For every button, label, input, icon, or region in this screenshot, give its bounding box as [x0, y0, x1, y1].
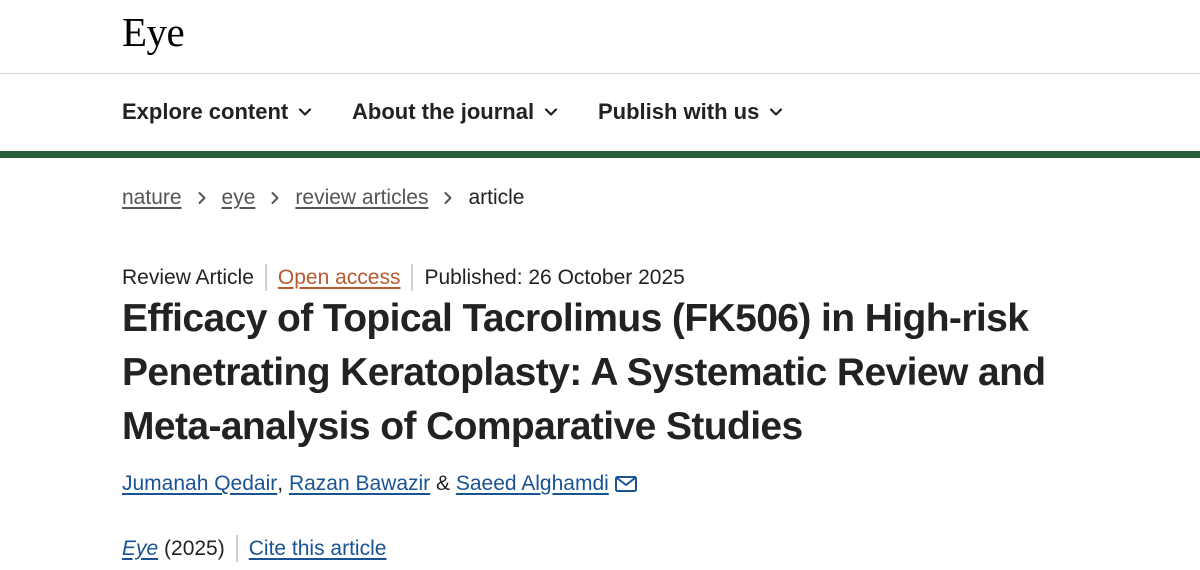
- author-link[interactable]: Saeed Alghamdi: [456, 472, 609, 496]
- journal-logo[interactable]: Eye: [122, 8, 185, 56]
- article-meta: Review Article Open access Published: 26…: [122, 264, 685, 291]
- journal-link[interactable]: Eye: [122, 537, 158, 561]
- breadcrumb-eye[interactable]: eye: [222, 186, 256, 210]
- chevron-down-icon: [299, 108, 312, 116]
- breadcrumb-nature[interactable]: nature: [122, 186, 182, 210]
- published-date: Published: 26 October 2025: [424, 265, 685, 289]
- chevron-right-icon: [271, 192, 279, 204]
- nav-item-label: Explore content: [122, 99, 289, 124]
- citation-divider: [235, 535, 238, 562]
- chevron-down-icon: [544, 108, 558, 116]
- accent-bar: [0, 151, 1200, 158]
- main-navigation: Explore content About the journal Publis…: [0, 75, 1200, 151]
- cite-this-article-link[interactable]: Cite this article: [249, 537, 387, 561]
- chevron-down-icon: [770, 108, 783, 116]
- breadcrumb-review-articles[interactable]: review articles: [295, 186, 428, 210]
- site-header: Eye: [0, 0, 1200, 74]
- breadcrumb: nature eye review articles article: [122, 186, 524, 210]
- nav-item-label: About the journal: [352, 99, 535, 124]
- author-link[interactable]: Razan Bawazir: [289, 472, 430, 496]
- nav-publish-with-us[interactable]: Publish with us: [598, 99, 783, 125]
- nav-item-label: Publish with us: [598, 99, 760, 124]
- open-access-link[interactable]: Open access: [278, 266, 401, 290]
- breadcrumb-current: article: [468, 186, 525, 209]
- author-separator: &: [430, 472, 456, 495]
- chevron-right-icon: [198, 192, 206, 204]
- nav-explore-content[interactable]: Explore content: [122, 99, 312, 125]
- envelope-icon[interactable]: [614, 476, 637, 492]
- article-title: Efficacy of Topical Tacrolimus (FK506) i…: [122, 297, 1046, 448]
- meta-divider: [264, 264, 267, 291]
- meta-divider: [411, 264, 414, 291]
- article-type: Review Article: [122, 265, 254, 289]
- author-separator: ,: [277, 472, 289, 495]
- citation-line: Eye (2025) Cite this article: [122, 535, 386, 562]
- author-link[interactable]: Jumanah Qedair: [122, 472, 277, 496]
- author-list: Jumanah Qedair , Razan Bawazir & Saeed A…: [122, 472, 637, 496]
- chevron-right-icon: [444, 192, 452, 204]
- nav-about-the-journal[interactable]: About the journal: [352, 99, 558, 125]
- publication-year: (2025): [158, 536, 225, 560]
